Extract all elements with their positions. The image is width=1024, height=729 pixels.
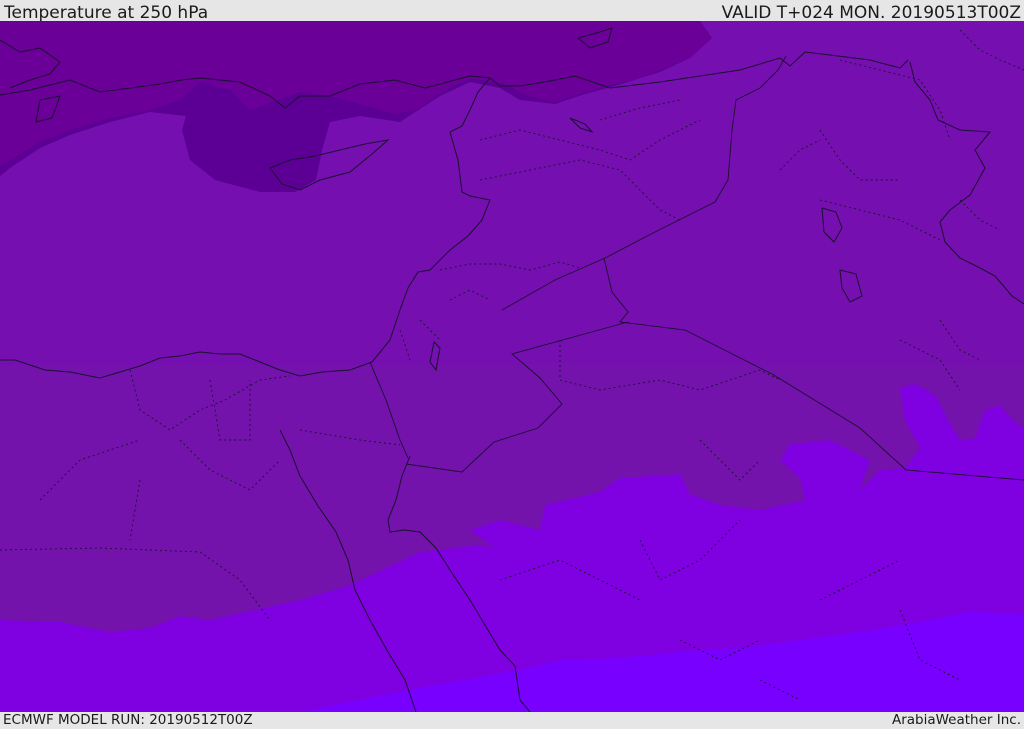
credit: ArabiaWeather Inc.	[891, 712, 1021, 728]
weather-map[interactable]	[0, 21, 1024, 712]
valid-time: VALID T+024 MON. 20190513T00Z	[721, 3, 1021, 23]
map-title: Temperature at 250 hPa	[4, 3, 209, 23]
header-bar: Temperature at 250 hPa VALID T+024 MON. …	[0, 0, 1024, 23]
model-run: ECMWF MODEL RUN: 20190512T00Z	[3, 712, 253, 728]
footer-bar: ECMWF MODEL RUN: 20190512T00Z ArabiaWeat…	[0, 712, 1024, 729]
map-canvas	[0, 21, 1024, 712]
